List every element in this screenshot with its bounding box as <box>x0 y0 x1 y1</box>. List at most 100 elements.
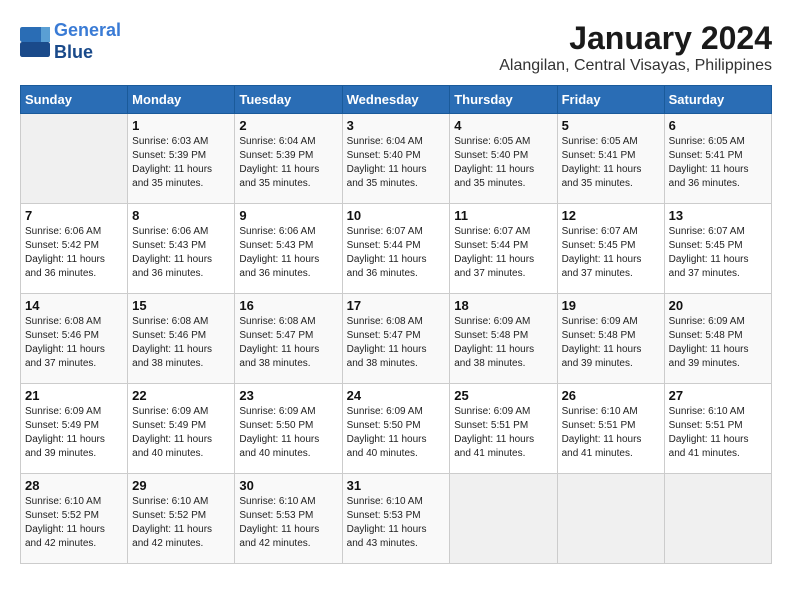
header-cell-saturday: Saturday <box>664 86 771 114</box>
day-cell: 7 Sunrise: 6:06 AMSunset: 5:42 PMDaylight… <box>21 204 128 294</box>
day-cell: 20 Sunrise: 6:09 AMSunset: 5:48 PMDayligh… <box>664 294 771 384</box>
week-row-3: 14 Sunrise: 6:08 AMSunset: 5:46 PMDayligh… <box>21 294 772 384</box>
header-cell-monday: Monday <box>128 86 235 114</box>
day-cell: 2 Sunrise: 6:04 AMSunset: 5:39 PMDaylight… <box>235 114 342 204</box>
day-info: Sunrise: 6:07 AMSunset: 5:44 PMDaylight:… <box>347 225 446 281</box>
day-number: 30 <box>239 478 337 493</box>
day-cell: 8 Sunrise: 6:06 AMSunset: 5:43 PMDaylight… <box>128 204 235 294</box>
day-number: 21 <box>25 388 123 403</box>
day-number: 12 <box>562 208 660 223</box>
day-cell: 16 Sunrise: 6:08 AMSunset: 5:47 PMDayligh… <box>235 294 342 384</box>
day-cell <box>21 114 128 204</box>
header-cell-friday: Friday <box>557 86 664 114</box>
day-number: 25 <box>454 388 552 403</box>
day-info: Sunrise: 6:08 AMSunset: 5:47 PMDaylight:… <box>239 315 337 371</box>
day-number: 1 <box>132 118 230 133</box>
day-cell: 17Sunrise: 6:08 AMSunset: 5:47 PMDayligh… <box>342 294 450 384</box>
day-info: Sunrise: 6:06 AMSunset: 5:42 PMDaylight:… <box>25 225 123 281</box>
day-info: Sunrise: 6:04 AMSunset: 5:39 PMDaylight:… <box>239 135 337 191</box>
title-block: January 2024 Alangilan, Central Visayas,… <box>499 20 772 75</box>
day-cell: 26 Sunrise: 6:10 AMSunset: 5:51 PMDayligh… <box>557 384 664 474</box>
day-info: Sunrise: 6:05 AMSunset: 5:41 PMDaylight:… <box>562 135 660 191</box>
day-info: Sunrise: 6:09 AMSunset: 5:48 PMDaylight:… <box>562 315 660 371</box>
day-number: 5 <box>562 118 660 133</box>
day-cell: 14 Sunrise: 6:08 AMSunset: 5:46 PMDayligh… <box>21 294 128 384</box>
day-cell <box>557 474 664 564</box>
day-cell: 25 Sunrise: 6:09 AMSunset: 5:51 PMDayligh… <box>450 384 557 474</box>
day-cell: 21 Sunrise: 6:09 AMSunset: 5:49 PMDayligh… <box>21 384 128 474</box>
day-number: 31 <box>347 478 446 493</box>
week-row-4: 21 Sunrise: 6:09 AMSunset: 5:49 PMDayligh… <box>21 384 772 474</box>
day-number: 23 <box>239 388 337 403</box>
day-number: 29 <box>132 478 230 493</box>
day-number: 10 <box>347 208 446 223</box>
day-info: Sunrise: 6:09 AMSunset: 5:48 PMDaylight:… <box>669 315 767 371</box>
day-number: 3 <box>347 118 446 133</box>
calendar-table: SundayMondayTuesdayWednesdayThursdayFrid… <box>20 85 772 564</box>
day-info: Sunrise: 6:10 AMSunset: 5:51 PMDaylight:… <box>562 405 660 461</box>
day-cell: 29 Sunrise: 6:10 AMSunset: 5:52 PMDayligh… <box>128 474 235 564</box>
day-cell: 19 Sunrise: 6:09 AMSunset: 5:48 PMDayligh… <box>557 294 664 384</box>
day-number: 27 <box>669 388 767 403</box>
month-title: January 2024 <box>499 20 772 57</box>
day-number: 20 <box>669 298 767 313</box>
day-cell: 1Sunrise: 6:03 AMSunset: 5:39 PMDaylight… <box>128 114 235 204</box>
day-number: 8 <box>132 208 230 223</box>
day-info: Sunrise: 6:09 AMSunset: 5:49 PMDaylight:… <box>25 405 123 461</box>
day-info: Sunrise: 6:09 AMSunset: 5:49 PMDaylight:… <box>132 405 230 461</box>
day-cell: 3 Sunrise: 6:04 AMSunset: 5:40 PMDaylight… <box>342 114 450 204</box>
day-number: 22 <box>132 388 230 403</box>
header-row: SundayMondayTuesdayWednesdayThursdayFrid… <box>21 86 772 114</box>
day-info: Sunrise: 6:07 AMSunset: 5:45 PMDaylight:… <box>562 225 660 281</box>
day-number: 13 <box>669 208 767 223</box>
logo-icon <box>20 27 50 57</box>
day-number: 16 <box>239 298 337 313</box>
week-row-5: 28Sunrise: 6:10 AMSunset: 5:52 PMDayligh… <box>21 474 772 564</box>
day-cell: 9 Sunrise: 6:06 AMSunset: 5:43 PMDaylight… <box>235 204 342 294</box>
day-number: 19 <box>562 298 660 313</box>
day-cell: 12 Sunrise: 6:07 AMSunset: 5:45 PMDayligh… <box>557 204 664 294</box>
day-info: Sunrise: 6:08 AMSunset: 5:46 PMDaylight:… <box>25 315 123 371</box>
day-cell: 23Sunrise: 6:09 AMSunset: 5:50 PMDayligh… <box>235 384 342 474</box>
day-cell: 15Sunrise: 6:08 AMSunset: 5:46 PMDayligh… <box>128 294 235 384</box>
day-cell <box>664 474 771 564</box>
day-cell: 6Sunrise: 6:05 AMSunset: 5:41 PMDaylight… <box>664 114 771 204</box>
logo: General Blue <box>20 20 121 63</box>
header-cell-tuesday: Tuesday <box>235 86 342 114</box>
day-number: 6 <box>669 118 767 133</box>
day-number: 14 <box>25 298 123 313</box>
day-number: 7 <box>25 208 123 223</box>
day-info: Sunrise: 6:06 AMSunset: 5:43 PMDaylight:… <box>132 225 230 281</box>
day-cell: 5 Sunrise: 6:05 AMSunset: 5:41 PMDaylight… <box>557 114 664 204</box>
logo-text: General Blue <box>54 20 121 63</box>
day-cell: 10 Sunrise: 6:07 AMSunset: 5:44 PMDayligh… <box>342 204 450 294</box>
day-info: Sunrise: 6:05 AMSunset: 5:40 PMDaylight:… <box>454 135 552 191</box>
day-info: Sunrise: 6:04 AMSunset: 5:40 PMDaylight:… <box>347 135 446 191</box>
day-info: Sunrise: 6:08 AMSunset: 5:46 PMDaylight:… <box>132 315 230 371</box>
day-cell: 4 Sunrise: 6:05 AMSunset: 5:40 PMDaylight… <box>450 114 557 204</box>
day-number: 2 <box>239 118 337 133</box>
day-cell: 11 Sunrise: 6:07 AMSunset: 5:44 PMDayligh… <box>450 204 557 294</box>
day-info: Sunrise: 6:09 AMSunset: 5:51 PMDaylight:… <box>454 405 552 461</box>
day-info: Sunrise: 6:10 AMSunset: 5:52 PMDaylight:… <box>132 495 230 551</box>
day-cell: 24Sunrise: 6:09 AMSunset: 5:50 PMDayligh… <box>342 384 450 474</box>
location-title: Alangilan, Central Visayas, Philippines <box>499 57 772 75</box>
day-cell: 30Sunrise: 6:10 AMSunset: 5:53 PMDayligh… <box>235 474 342 564</box>
day-info: Sunrise: 6:06 AMSunset: 5:43 PMDaylight:… <box>239 225 337 281</box>
header-cell-wednesday: Wednesday <box>342 86 450 114</box>
day-number: 9 <box>239 208 337 223</box>
day-number: 18 <box>454 298 552 313</box>
day-info: Sunrise: 6:10 AMSunset: 5:52 PMDaylight:… <box>25 495 123 551</box>
day-cell: 31Sunrise: 6:10 AMSunset: 5:53 PMDayligh… <box>342 474 450 564</box>
day-cell: 28Sunrise: 6:10 AMSunset: 5:52 PMDayligh… <box>21 474 128 564</box>
day-info: Sunrise: 6:07 AMSunset: 5:45 PMDaylight:… <box>669 225 767 281</box>
day-info: Sunrise: 6:07 AMSunset: 5:44 PMDaylight:… <box>454 225 552 281</box>
day-number: 11 <box>454 208 552 223</box>
day-number: 4 <box>454 118 552 133</box>
day-cell <box>450 474 557 564</box>
day-info: Sunrise: 6:08 AMSunset: 5:47 PMDaylight:… <box>347 315 446 371</box>
page-header: General Blue January 2024 Alangilan, Cen… <box>20 20 772 75</box>
day-info: Sunrise: 6:09 AMSunset: 5:50 PMDaylight:… <box>347 405 446 461</box>
day-number: 26 <box>562 388 660 403</box>
week-row-2: 7 Sunrise: 6:06 AMSunset: 5:42 PMDaylight… <box>21 204 772 294</box>
